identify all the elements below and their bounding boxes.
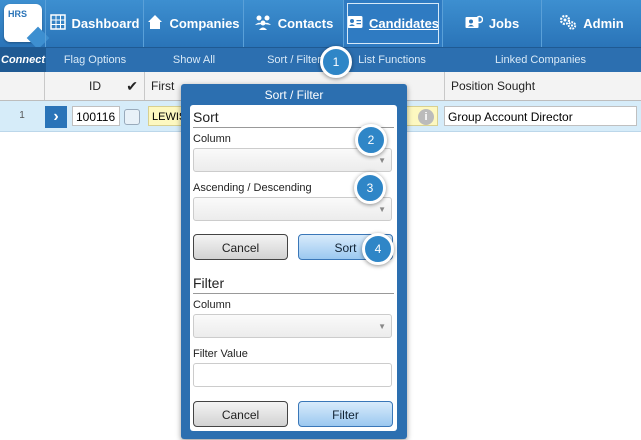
position-sought: Group Account Director: [444, 106, 637, 126]
callout-marker: 3: [354, 172, 386, 204]
tab-dashboard[interactable]: Dashboard: [45, 0, 143, 47]
gears-icon: [559, 14, 577, 33]
sort-column-label: Column: [193, 133, 231, 145]
popup-title: Sort / Filter: [264, 88, 324, 102]
filter-column-select[interactable]: ▼: [193, 314, 392, 338]
tab-jobs[interactable]: Jobs: [442, 0, 541, 47]
row-checkbox[interactable]: [124, 109, 140, 125]
tab-label: Admin: [583, 16, 624, 31]
tab-label: Companies: [169, 16, 240, 31]
tab-label: Dashboard: [71, 16, 140, 31]
flag-options-link[interactable]: Flag Options: [46, 48, 144, 72]
logo-text: HRS: [8, 9, 28, 19]
people-icon: [254, 14, 272, 33]
filter-value-label: Filter Value: [193, 348, 248, 360]
tab-candidates[interactable]: Candidates: [343, 0, 442, 47]
tab-contacts[interactable]: Contacts: [243, 0, 343, 47]
grid-icon: [49, 14, 66, 33]
filter-column-label: Column: [193, 299, 231, 311]
sort-heading: Sort: [193, 109, 219, 125]
dropdown-arrow-icon: ▼: [378, 205, 386, 214]
jobs-icon: [465, 15, 484, 32]
linked-companies-link[interactable]: Linked Companies: [440, 48, 641, 72]
callout-marker: 2: [355, 124, 387, 156]
dropdown-arrow-icon: ▼: [378, 322, 386, 331]
tab-label: Jobs: [488, 16, 520, 31]
sort-order-label: Ascending / Descending: [193, 182, 312, 194]
hrs-logo[interactable]: HRS: [4, 4, 50, 50]
column-header-position[interactable]: Position Sought: [444, 72, 641, 100]
divider: [193, 293, 394, 294]
candidate-id: 100116: [72, 106, 120, 126]
filter-cancel-button[interactable]: Cancel: [193, 401, 288, 427]
top-nav: HRS Dashboard Companies Contacts Candida…: [0, 0, 641, 50]
column-header-id[interactable]: ID ✔: [44, 72, 144, 100]
filter-button[interactable]: Filter: [298, 401, 393, 427]
tab-label: Contacts: [277, 16, 334, 31]
dropdown-arrow-icon: ▼: [378, 156, 386, 165]
filter-value-input[interactable]: [193, 363, 392, 387]
chevron-right-icon[interactable]: ›: [45, 106, 67, 128]
house-icon: [147, 14, 163, 33]
checkmark-icon[interactable]: ✔: [126, 72, 138, 100]
info-icon[interactable]: i: [418, 109, 434, 125]
callout-marker: 1: [320, 46, 352, 78]
filter-heading: Filter: [193, 275, 225, 291]
id-header-label: ID: [89, 79, 101, 93]
row-number: 1: [19, 110, 25, 121]
callout-marker: 4: [362, 233, 394, 265]
tab-admin[interactable]: Admin: [541, 0, 641, 47]
tab-companies[interactable]: Companies: [143, 0, 243, 47]
sort-cancel-button[interactable]: Cancel: [193, 234, 288, 260]
list-functions-link[interactable]: List Functions: [344, 48, 440, 72]
show-all-link[interactable]: Show All: [144, 48, 244, 72]
connect-link[interactable]: Connect: [0, 48, 46, 72]
